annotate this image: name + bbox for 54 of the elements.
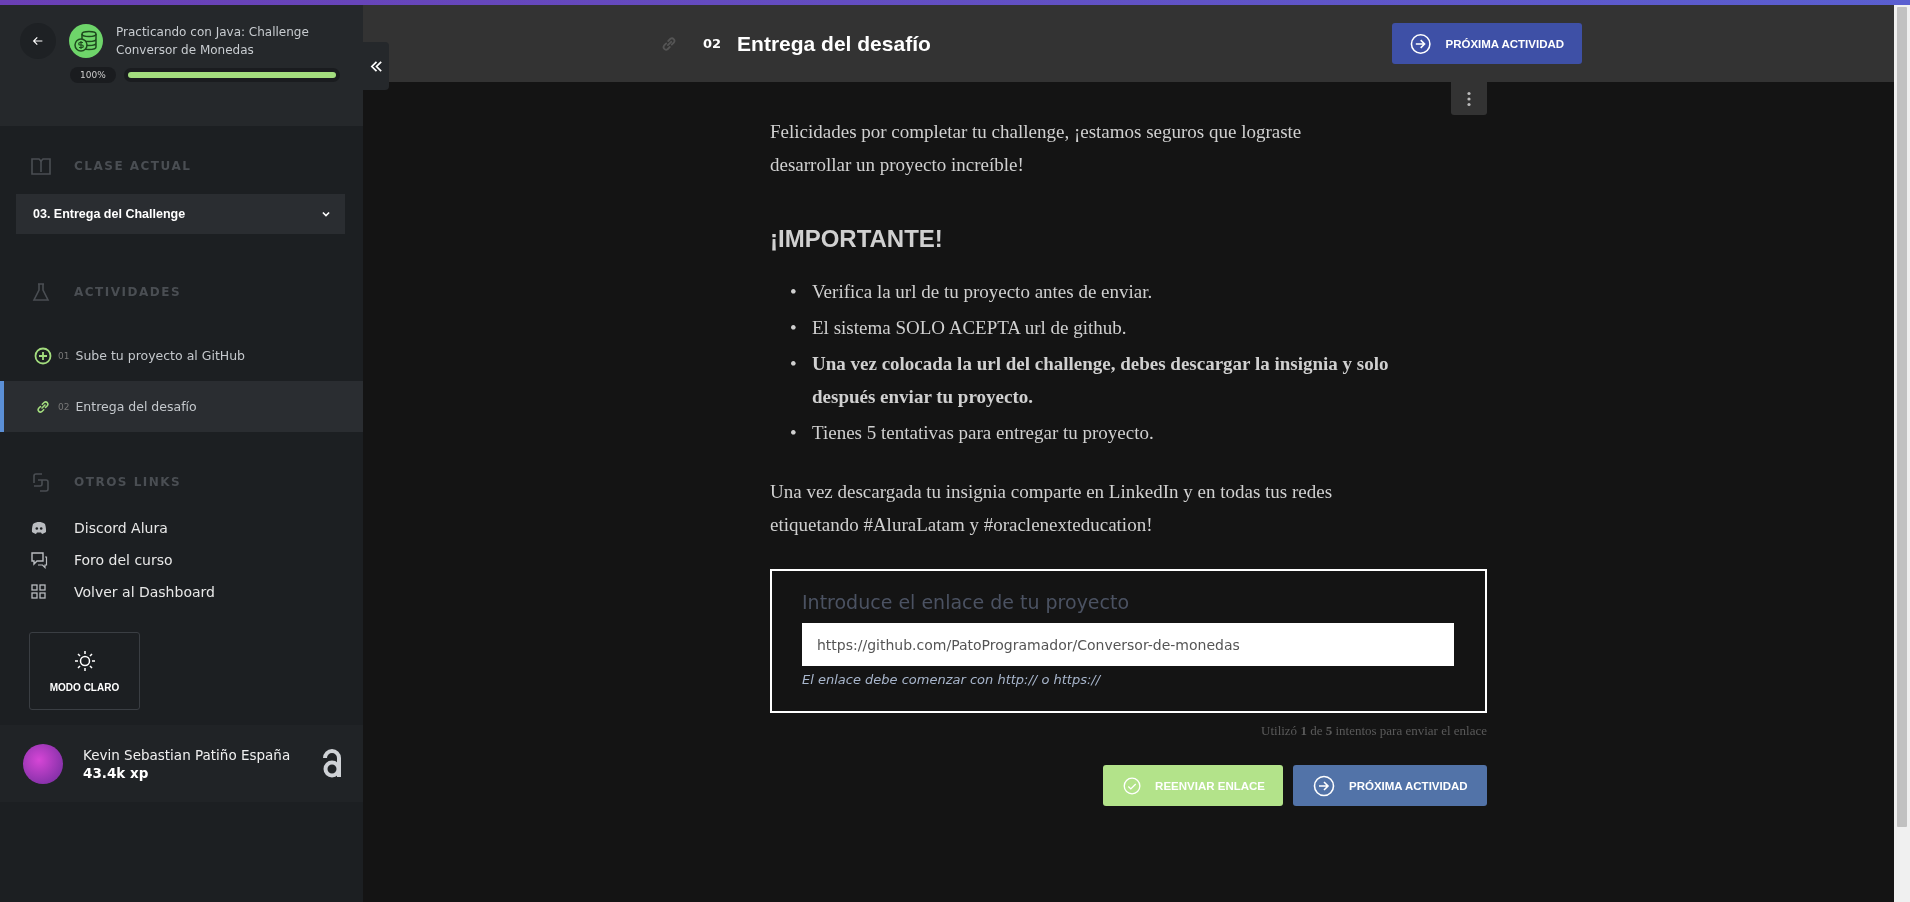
bullet-item: Tienes 5 tentativas para entregar tu proyecto.	[812, 421, 1155, 445]
arrow-right-circle-icon	[1313, 774, 1335, 797]
bullet-marker: •	[790, 316, 798, 340]
light-mode-button[interactable]: MODO CLARO	[29, 632, 140, 710]
sidebar-link[interactable]: Volver al Dashboard	[0, 576, 363, 608]
bullet-marker: •	[790, 421, 798, 445]
section-heading: ¡IMPORTANTE!	[770, 225, 944, 253]
field-label: Introduce el enlace de tu proyecto	[802, 591, 1131, 613]
arrow-right-circle-icon	[1410, 32, 1432, 55]
plus-circle-icon	[34, 346, 52, 365]
attempts-note: Utilizó 1 de 5 intentos para enviar el enlace	[1260, 723, 1487, 739]
grid-icon	[30, 583, 48, 601]
more-options-button[interactable]	[1451, 82, 1487, 115]
sidebar-link[interactable]: Discord Alura	[0, 512, 363, 544]
book-icon	[30, 155, 52, 177]
closing-paragraph: Una vez descargada tu insignia comparte en LinkedIn y en todas tus redes etiquetando #AluraLatam y #oraclenexteducation!	[770, 480, 1334, 537]
bullet-item: Verifica la url de tu proyecto antes de enviar.	[812, 280, 1154, 304]
activity-number: 02	[58, 401, 70, 412]
discord-icon	[30, 519, 48, 537]
activity-number: 01	[58, 350, 70, 361]
user-xp: 43.4k xp	[83, 764, 150, 781]
scrollbar[interactable]	[1894, 5, 1910, 902]
next-activity-button[interactable]: PRÓXIMA ACTIVIDAD	[1392, 23, 1583, 64]
sidebar-link[interactable]: Foro del curso	[0, 544, 363, 576]
avatar	[23, 743, 63, 784]
class-dropdown[interactable]: 03. Entrega del Challenge	[16, 194, 345, 234]
activity-title: Entrega del desafío	[75, 399, 197, 414]
logo-icon	[321, 747, 343, 780]
sun-icon	[73, 649, 96, 672]
progress-percent: 100%	[70, 67, 116, 83]
bullet-item: El sistema SOLO ACEPTA url de github.	[812, 316, 1128, 340]
back-button[interactable]	[20, 23, 56, 59]
activity-number: 02	[703, 36, 722, 51]
collapse-sidebar-button[interactable]	[363, 42, 389, 90]
bullet-item: Una vez colocada la url del challenge, debes descargar la insignia y solo después enviar tu proyecto.	[812, 352, 1390, 409]
next-activity-button[interactable]: PRÓXIMA ACTIVIDAD	[1293, 765, 1487, 806]
activity-title: Entrega del desafío	[737, 31, 932, 56]
kebab-menu-icon	[1466, 90, 1472, 107]
activity-title: Sube tu proyecto al GitHub	[75, 348, 246, 363]
chat-bubbles-icon	[30, 551, 48, 569]
intro-paragraph: Felicidades por completar tu challenge, ¡estamos seguros que lograste desarrollar un proyecto increíble!	[770, 120, 1303, 177]
activity-item[interactable]: 01 Sube tu proyecto al GitHub	[0, 330, 363, 381]
url-input-field[interactable]: https://github.com/PatoProgramador/Conversor-de-monedas	[802, 623, 1454, 666]
bullet-marker: •	[790, 280, 798, 304]
double-chevron-icon	[368, 58, 384, 74]
linked-squares-icon	[30, 471, 52, 493]
flask-icon	[30, 281, 52, 303]
scrollbar-thumb[interactable]	[1897, 7, 1907, 827]
course-title: Practicando con Java: Challenge Conversor de Monedas	[116, 24, 310, 59]
bullet-marker: •	[790, 352, 798, 376]
activity-item[interactable]: 02 Entrega del desafío	[0, 381, 363, 432]
coins-icon	[68, 23, 104, 59]
user-name: Kevin Sebastian Patiño España	[83, 746, 292, 763]
field-hint: El enlace debe comenzar con http:// o https://	[802, 672, 1102, 687]
